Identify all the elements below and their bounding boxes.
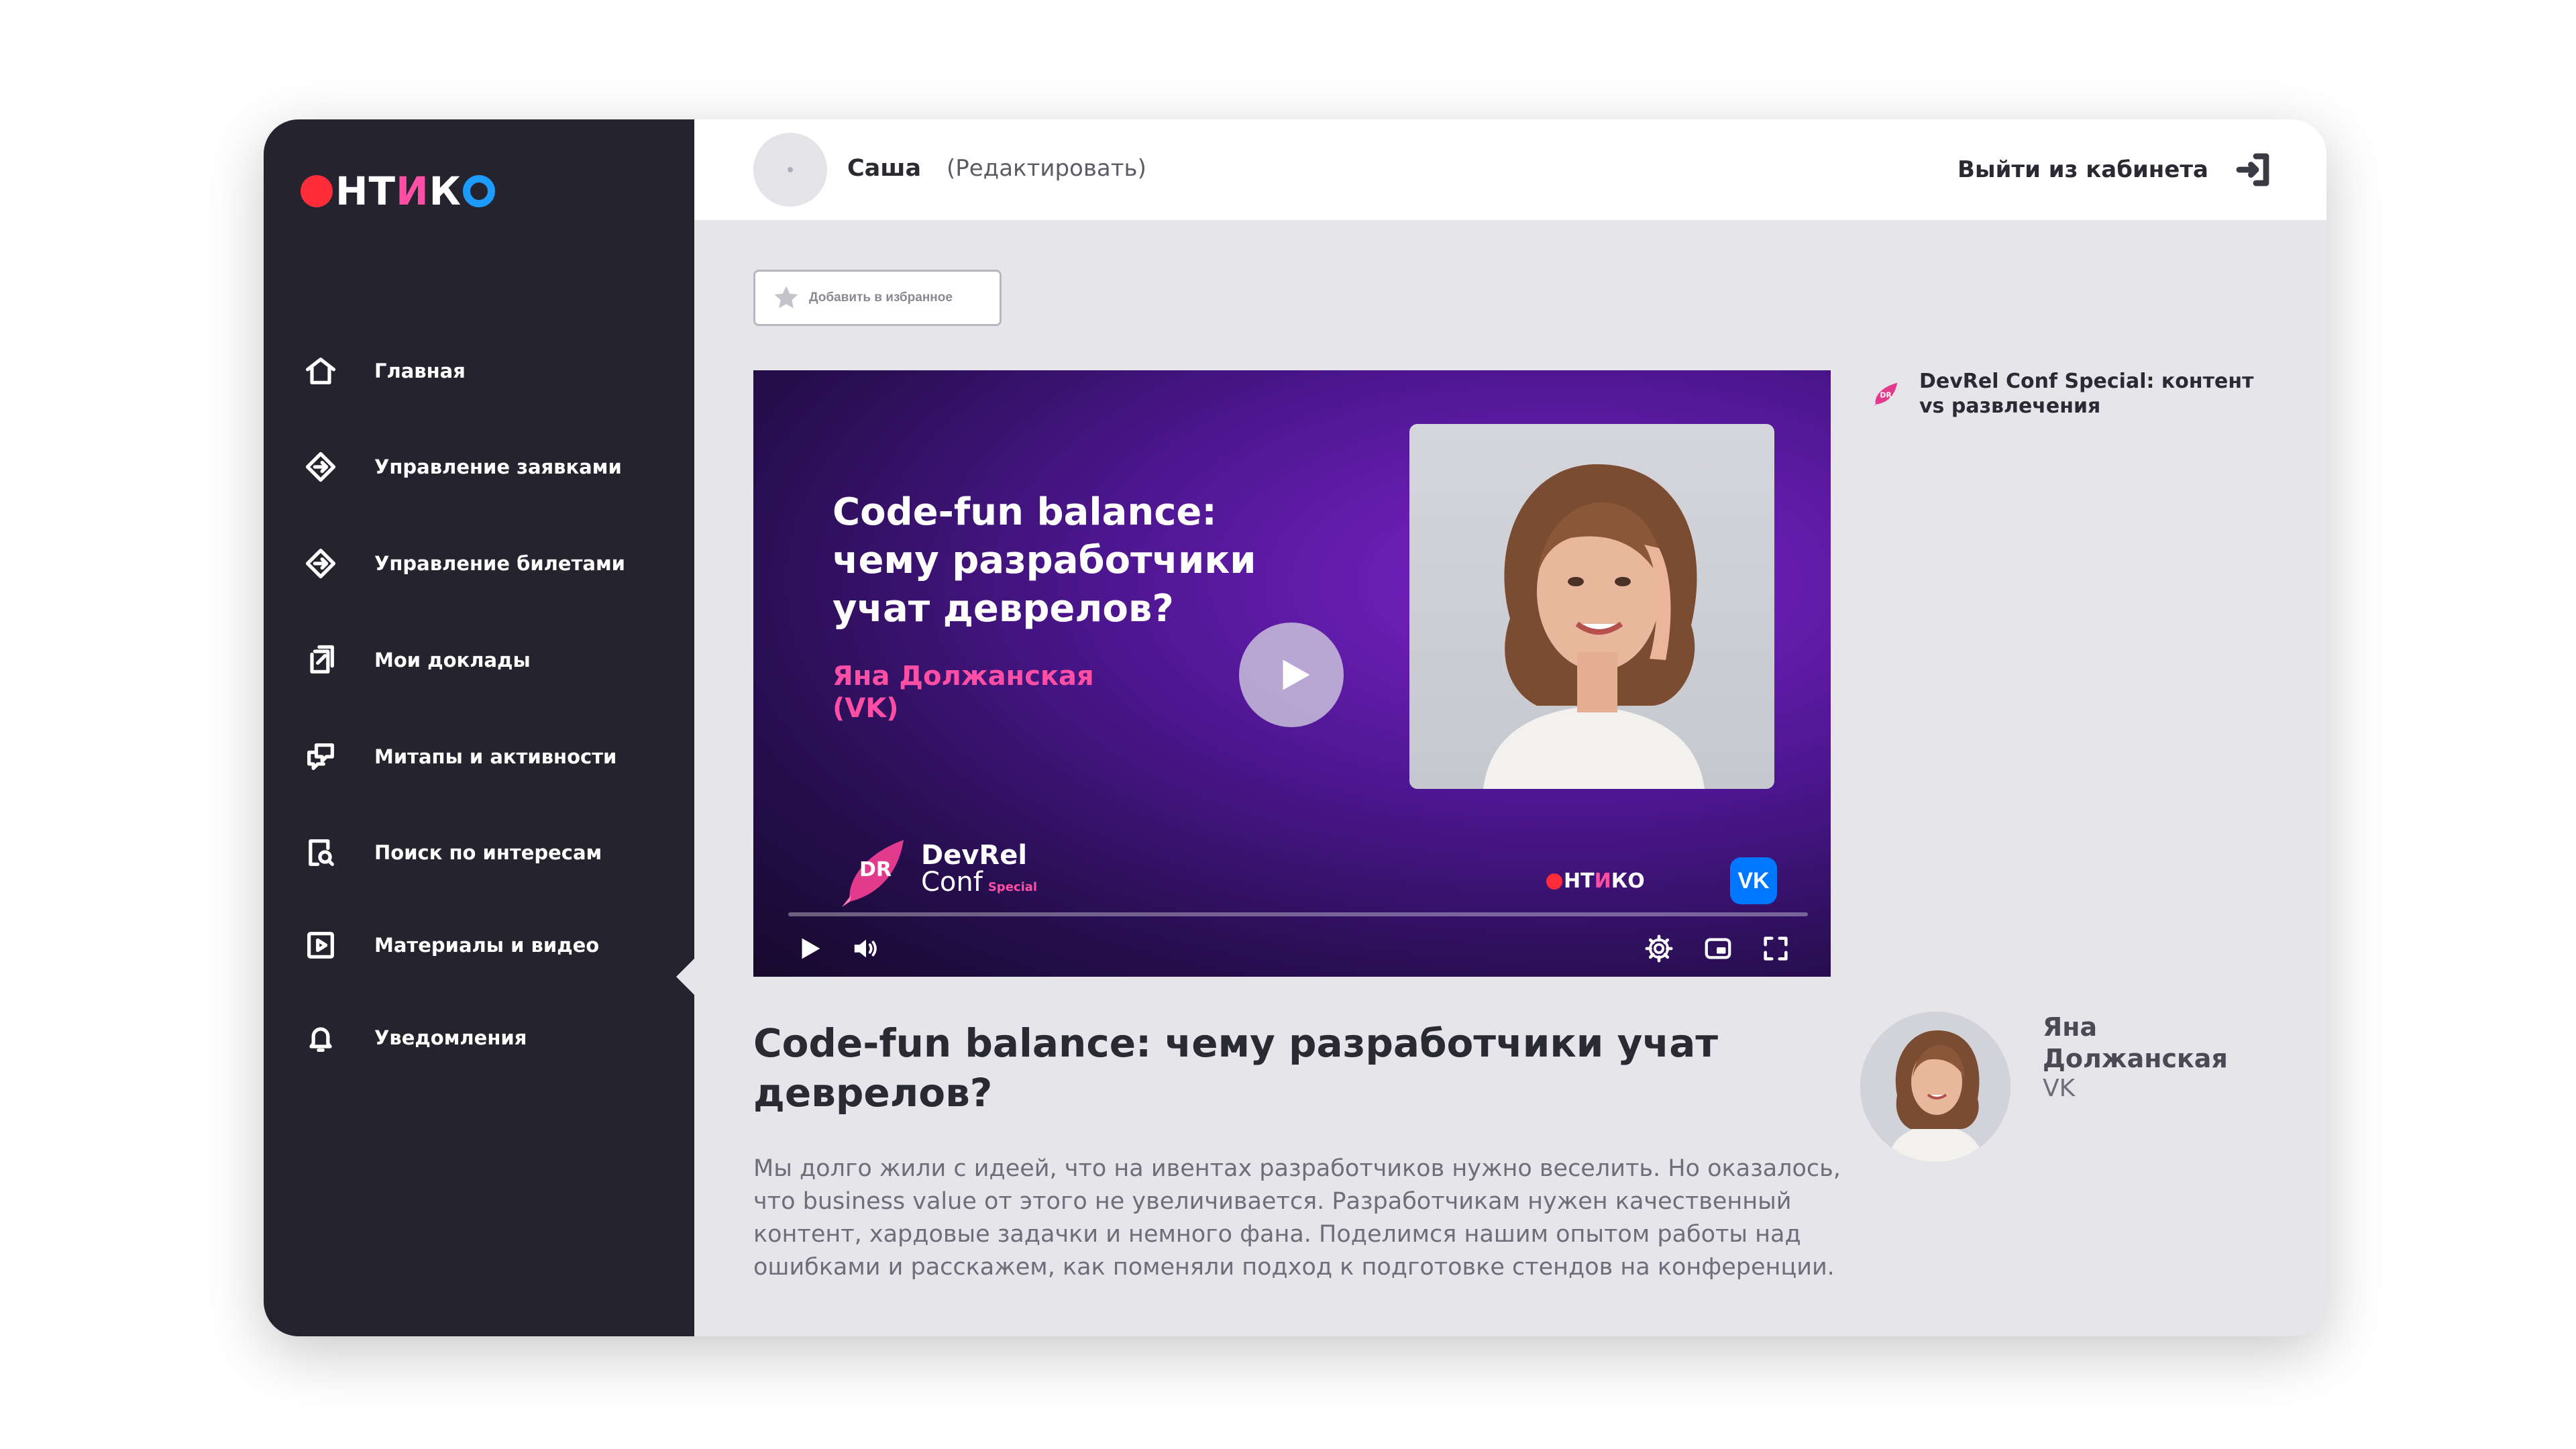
star-icon: [774, 286, 798, 309]
sidebar: НТИК Главная Управление заявками Управле…: [264, 119, 695, 1336]
sidebar-item-interest-search[interactable]: Поиск по интересам: [264, 822, 694, 883]
devrel-word: DevRel: [921, 840, 1028, 871]
sidebar-item-materials-video[interactable]: Материалы и видео: [264, 915, 694, 975]
play-button[interactable]: [791, 930, 828, 967]
topbar: Саша (Редактировать) Выйти из кабинета: [694, 119, 2326, 220]
svg-text:DR: DR: [859, 858, 892, 881]
sidebar-item-label: Управление заявками: [374, 455, 622, 478]
sidebar-item-label: Поиск по интересам: [374, 841, 602, 864]
document-search-icon: [301, 833, 341, 873]
play-square-icon: [301, 925, 341, 965]
logout-label: Выйти из кабинета: [1957, 156, 2208, 183]
miniplayer-icon: [1705, 938, 1731, 959]
user-name: Саша: [847, 155, 922, 182]
devrel-conf-logo: DR DevRel Conf Special: [837, 835, 1037, 908]
speaker-name: Яна Должанская: [2043, 1012, 2228, 1073]
logo-blue-ring: [463, 175, 496, 207]
settings-button[interactable]: [1640, 930, 1678, 967]
video-speaker-overlay: Яна Должанская (VK): [833, 661, 1094, 724]
sidebar-item-label: Материалы и видео: [374, 934, 600, 957]
rocket-icon: DR: [842, 840, 904, 907]
video-progress-bar[interactable]: [788, 912, 1808, 916]
speaker-avatar[interactable]: [1860, 1012, 2010, 1162]
volume-icon: [854, 939, 877, 958]
edit-profile-link[interactable]: (Редактировать): [947, 155, 1146, 182]
diamond-arrows-icon: [301, 543, 341, 584]
miniplayer-button[interactable]: [1699, 930, 1737, 967]
sidebar-item-tickets[interactable]: Управление билетами: [264, 533, 694, 594]
sidebar-item-home[interactable]: Главная: [264, 341, 694, 401]
vk-logo: VK: [1730, 857, 1777, 904]
add-to-favorites-label: Добавить в избранное: [809, 290, 953, 305]
diamond-arrows-icon: [301, 447, 341, 487]
sidebar-item-label: Уведомления: [374, 1026, 527, 1049]
logo-text: НТИК: [335, 168, 462, 214]
sidebar-item-label: Главная: [374, 360, 466, 382]
speaker-photo: [1409, 424, 1774, 789]
conf-word: Conf Special: [921, 867, 1038, 898]
sidebar-item-label: Митапы и активности: [374, 745, 617, 768]
sidebar-item-notifications[interactable]: Уведомления: [264, 1008, 694, 1068]
talk-description: Мы долго жили с идеей, что на ивентах ра…: [753, 1155, 1841, 1281]
sidebar-item-requests[interactable]: Управление заявками: [264, 437, 694, 497]
active-item-pointer: [676, 958, 695, 996]
sidebar-item-label: Управление билетами: [374, 552, 625, 575]
bell-icon: [301, 1018, 341, 1058]
play-icon: [802, 938, 820, 959]
logout-icon: [2236, 153, 2269, 186]
video-controls: [753, 923, 1831, 977]
chat-bubbles-icon: [301, 737, 341, 777]
app-window: НТИК Главная Управление заявками Управле…: [264, 119, 2326, 1336]
sidebar-item-label: Мои доклады: [374, 649, 531, 672]
fullscreen-button[interactable]: [1757, 930, 1794, 967]
add-to-favorites-button[interactable]: Добавить в избранное: [753, 270, 1002, 326]
related-talk-link[interactable]: DR DevRel Conf Special: контент vs развл…: [1868, 369, 2271, 419]
svg-text:DR: DR: [1880, 390, 1892, 399]
sidebar-item-my-talks[interactable]: Мои доклады: [264, 630, 694, 690]
logo-red-dot: [301, 175, 333, 207]
home-icon: [301, 351, 341, 391]
sidebar-item-meetups[interactable]: Митапы и активности: [264, 727, 694, 787]
user-avatar[interactable]: [753, 133, 827, 207]
related-talk-label: DevRel Conf Special: контент vs развлече…: [1919, 370, 2254, 418]
video-player[interactable]: Code-fun balance: чему разработчики учат…: [753, 370, 1831, 977]
fullscreen-icon: [1764, 936, 1788, 961]
speaker-company: VK: [2043, 1075, 2076, 1102]
video-ontico-logo: НТИКО: [1546, 869, 1645, 893]
video-title-overlay: Code-fun balance: чему разработчики учат…: [833, 490, 1256, 631]
talk-title: Code-fun balance: чему разработчики учат…: [753, 1020, 1718, 1116]
play-icon: [1283, 659, 1310, 690]
logout-button[interactable]: Выйти из кабинета: [1957, 148, 2273, 192]
ontico-logo[interactable]: НТИК: [301, 154, 496, 228]
video-play-button-large[interactable]: [1239, 623, 1344, 727]
gear-icon: [1645, 934, 1673, 963]
document-edit-icon: [301, 640, 341, 680]
rocket-icon: DR: [1872, 382, 1898, 408]
volume-button[interactable]: [847, 930, 885, 967]
